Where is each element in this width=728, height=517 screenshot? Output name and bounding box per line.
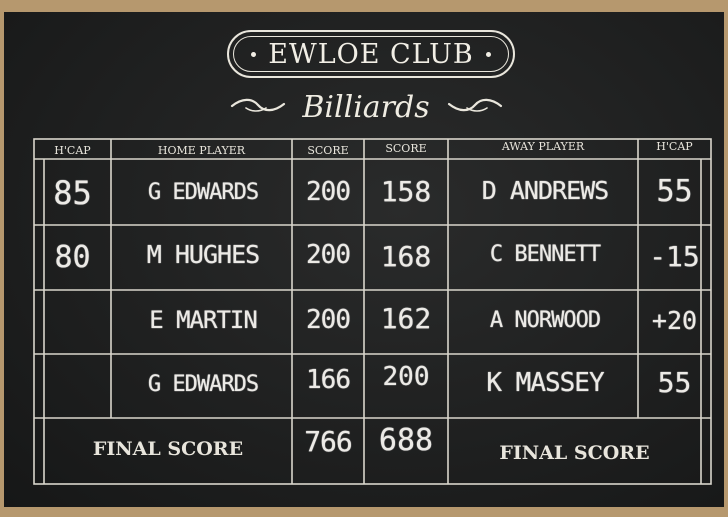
row1-home-player: G EDWARDS xyxy=(147,180,259,205)
row4-score-away: 200 xyxy=(382,362,430,392)
row2-score-home: 200 xyxy=(306,240,351,270)
row2-score-away: 168 xyxy=(380,240,432,273)
row2-home-player: M HUGHES xyxy=(146,240,260,269)
header-hcap-home: H'CAP xyxy=(54,144,91,157)
header-score-away: SCORE xyxy=(385,142,427,155)
row3-hcap-away: +20 xyxy=(651,306,698,335)
header-score-home: SCORE xyxy=(307,144,349,157)
row1-score-away: 158 xyxy=(380,175,432,208)
final-score-away-total: 688 xyxy=(378,423,434,458)
final-score-home-total: 766 xyxy=(304,425,353,458)
row1-hcap-home: 85 xyxy=(53,174,92,212)
header-home-player: HOME PLAYER xyxy=(157,144,246,157)
row2-hcap-home: 80 xyxy=(54,240,91,275)
row3-away-player: A NORWOOD xyxy=(489,308,601,333)
row4-away-player: K MASSEY xyxy=(486,368,604,398)
header-hcap-away: H'CAP xyxy=(656,140,693,153)
final-score-home-label: FINAL SCORE xyxy=(92,438,244,460)
row1-away-player: D ANDREWS xyxy=(481,176,609,205)
row1-score-home: 200 xyxy=(306,177,351,207)
row4-score-home: 166 xyxy=(306,365,351,395)
row2-away-player: C BENNETT xyxy=(489,242,601,267)
row4-hcap-away: 55 xyxy=(657,366,692,399)
header-away-player: AWAY PLAYER xyxy=(501,140,585,153)
row3-home-player: E MARTIN xyxy=(149,306,258,334)
row1-hcap-away: 55 xyxy=(656,174,693,209)
chalkboard-frame: EWLOE CLUB Billiards H'CAP HOME PLAYER S… xyxy=(0,0,728,517)
row3-score-away: 162 xyxy=(380,302,432,335)
final-score-away-label: FINAL SCORE xyxy=(499,442,650,464)
row3-score-home: 200 xyxy=(306,305,351,335)
row2-hcap-away: -15 xyxy=(649,240,700,273)
row4-home-player: G EDWARDS xyxy=(147,372,259,397)
